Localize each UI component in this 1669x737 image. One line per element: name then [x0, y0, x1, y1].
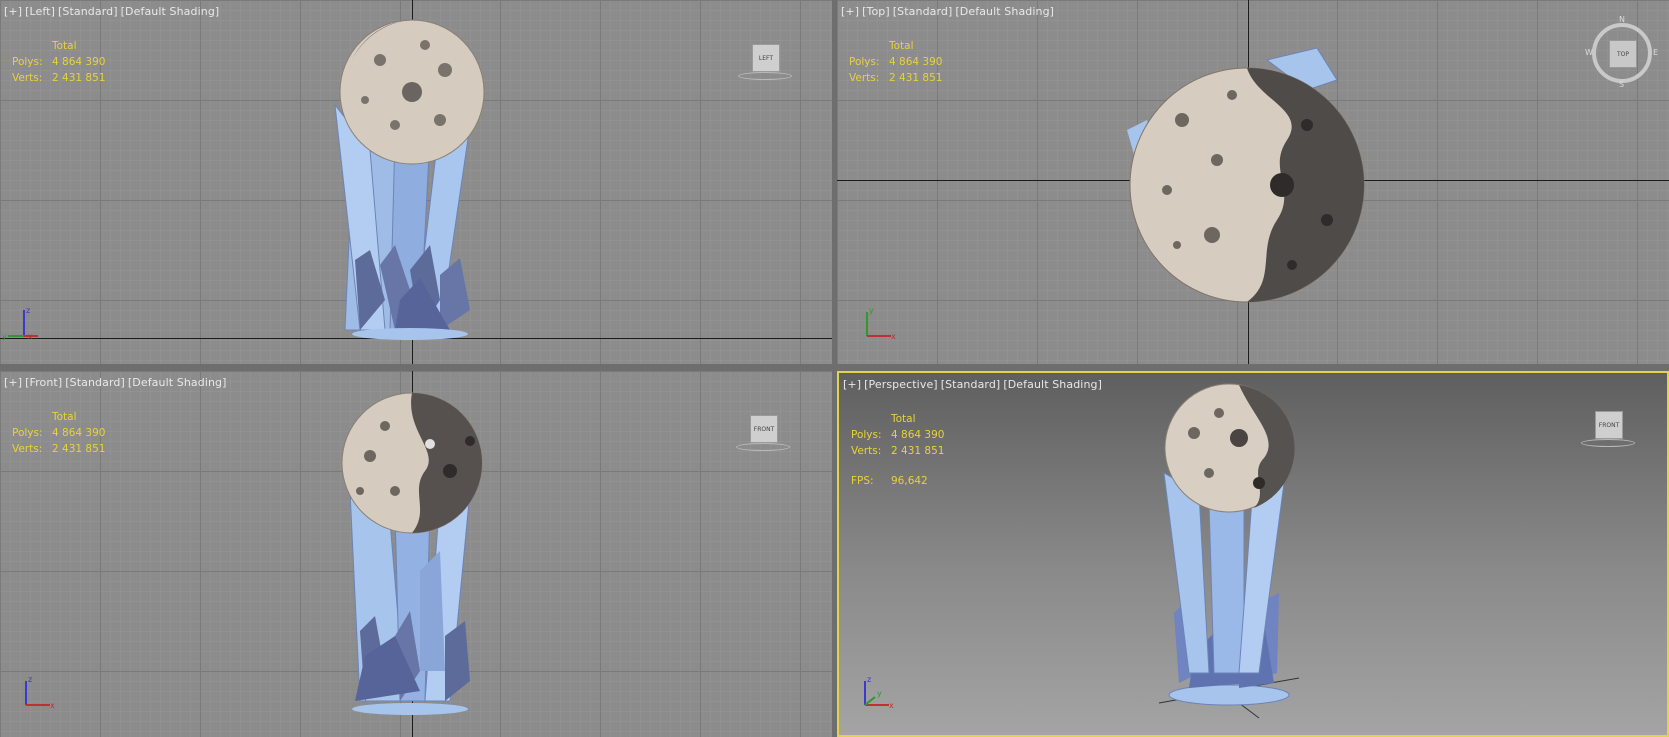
view-type-button[interactable]: [Top] — [862, 5, 890, 18]
polys-value: 4 864 390 — [52, 427, 106, 439]
axis-tripod: z x — [16, 675, 56, 711]
polys-label: Polys: — [12, 427, 43, 439]
viewcube[interactable]: LEFT — [738, 40, 792, 94]
view-type-button[interactable]: [Front] — [25, 376, 62, 389]
viewport-perspective[interactable]: [+] [Perspective] [Standard] [Default Shadi… — [837, 371, 1669, 737]
axis-tripod: y x — [857, 306, 897, 342]
viewport-label: [+] [Left] [Standard] [Default Shading] — [4, 5, 222, 18]
axis-x-label: x — [891, 332, 896, 341]
axis-tripod: z x y — [2, 306, 42, 342]
shading-button[interactable]: [Default Shading] — [128, 376, 227, 389]
viewcube-face[interactable]: FRONT — [1595, 411, 1623, 439]
axis-z-label: z — [28, 675, 33, 684]
polys-label: Polys: — [12, 56, 43, 68]
compass-south-label: S — [1619, 80, 1625, 89]
axis-z-label: z — [867, 675, 872, 684]
trophy-model-perspective[interactable] — [839, 373, 1667, 735]
viewport-menu-button[interactable]: [+] — [843, 378, 861, 391]
fps-label: FPS: — [851, 475, 874, 487]
verts-value: 2 431 851 — [891, 445, 945, 457]
stats-panel: Total Polys: 4 864 390 Verts: 2 431 851 — [12, 38, 105, 86]
viewcube-ring[interactable] — [1581, 439, 1635, 447]
shading-button[interactable]: [Default Shading] — [955, 5, 1054, 18]
viewport-label: [+] [Top] [Standard] [Default Shading] — [841, 5, 1057, 18]
viewport-menu-button[interactable]: [+] — [841, 5, 859, 18]
trophy-model-top[interactable] — [837, 0, 1669, 364]
axis-z-label: z — [26, 306, 31, 315]
compass-west-label: W — [1585, 48, 1593, 57]
compass-north-label: N — [1619, 15, 1625, 24]
visual-style-button[interactable]: [Standard] — [893, 5, 953, 18]
axis-y-label: y — [2, 332, 7, 341]
stats-panel: Total Polys: 4 864 390 Verts: 2 431 851 FP… — [851, 411, 944, 489]
stats-header: Total — [52, 411, 77, 423]
viewcube-face[interactable]: FRONT — [750, 415, 778, 443]
shading-button[interactable]: [Default Shading] — [121, 5, 220, 18]
viewcube-ring[interactable] — [738, 72, 792, 80]
axis-x-label: x — [50, 701, 55, 710]
viewport-label: [+] [Perspective] [Standard] [Default Shadi… — [843, 378, 1105, 391]
stats-header: Total — [889, 40, 914, 52]
visual-style-button[interactable]: [Standard] — [65, 376, 125, 389]
viewcube[interactable]: FRONT — [1581, 407, 1635, 461]
trophy-model-front[interactable] — [0, 371, 832, 737]
verts-label: Verts: — [851, 445, 882, 457]
axis-x-label: x — [28, 332, 33, 341]
viewport-menu-button[interactable]: [+] — [4, 5, 22, 18]
viewcube-ring[interactable] — [736, 443, 790, 451]
viewport-top[interactable]: [+] [Top] [Standard] [Default Shading] Tota… — [837, 0, 1669, 364]
viewport-label: [+] [Front] [Standard] [Default Shading] — [4, 376, 230, 389]
trophy-model-left[interactable] — [0, 0, 832, 364]
polys-label: Polys: — [849, 56, 880, 68]
visual-style-button[interactable]: [Standard] — [58, 5, 118, 18]
stats-panel: Total Polys: 4 864 390 Verts: 2 431 851 — [849, 38, 942, 86]
viewport-menu-button[interactable]: [+] — [4, 376, 22, 389]
viewcube[interactable]: FRONT — [736, 411, 790, 465]
stats-panel: Total Polys: 4 864 390 Verts: 2 431 851 — [12, 409, 105, 457]
stats-header: Total — [891, 413, 916, 425]
viewport-front[interactable]: [+] [Front] [Standard] [Default Shading] To… — [0, 371, 832, 737]
polys-value: 4 864 390 — [891, 429, 945, 441]
polys-value: 4 864 390 — [52, 56, 106, 68]
viewport-left[interactable]: [+] [Left] [Standard] [Default Shading] Tot… — [0, 0, 832, 364]
polys-label: Polys: — [851, 429, 882, 441]
view-type-button[interactable]: [Perspective] — [864, 378, 938, 391]
polys-value: 4 864 390 — [889, 56, 943, 68]
verts-value: 2 431 851 — [52, 72, 106, 84]
verts-label: Verts: — [12, 72, 43, 84]
fps-value: 96,642 — [891, 475, 928, 487]
shading-button[interactable]: [Default Shading] — [1003, 378, 1102, 391]
axis-y-label: y — [869, 306, 874, 315]
axis-tripod: z x y — [855, 675, 895, 711]
verts-value: 2 431 851 — [889, 72, 943, 84]
viewcube-compass[interactable]: TOP N S W E — [1585, 15, 1659, 89]
axis-x-label: x — [889, 701, 894, 710]
stats-header: Total — [52, 40, 77, 52]
viewcube-face[interactable]: TOP — [1609, 40, 1637, 68]
view-type-button[interactable]: [Left] — [25, 5, 55, 18]
viewcube-face[interactable]: LEFT — [752, 44, 780, 72]
visual-style-button[interactable]: [Standard] — [941, 378, 1001, 391]
verts-label: Verts: — [12, 443, 43, 455]
axis-y-label: y — [877, 689, 882, 698]
verts-value: 2 431 851 — [52, 443, 106, 455]
verts-label: Verts: — [849, 72, 880, 84]
compass-east-label: E — [1653, 48, 1659, 57]
